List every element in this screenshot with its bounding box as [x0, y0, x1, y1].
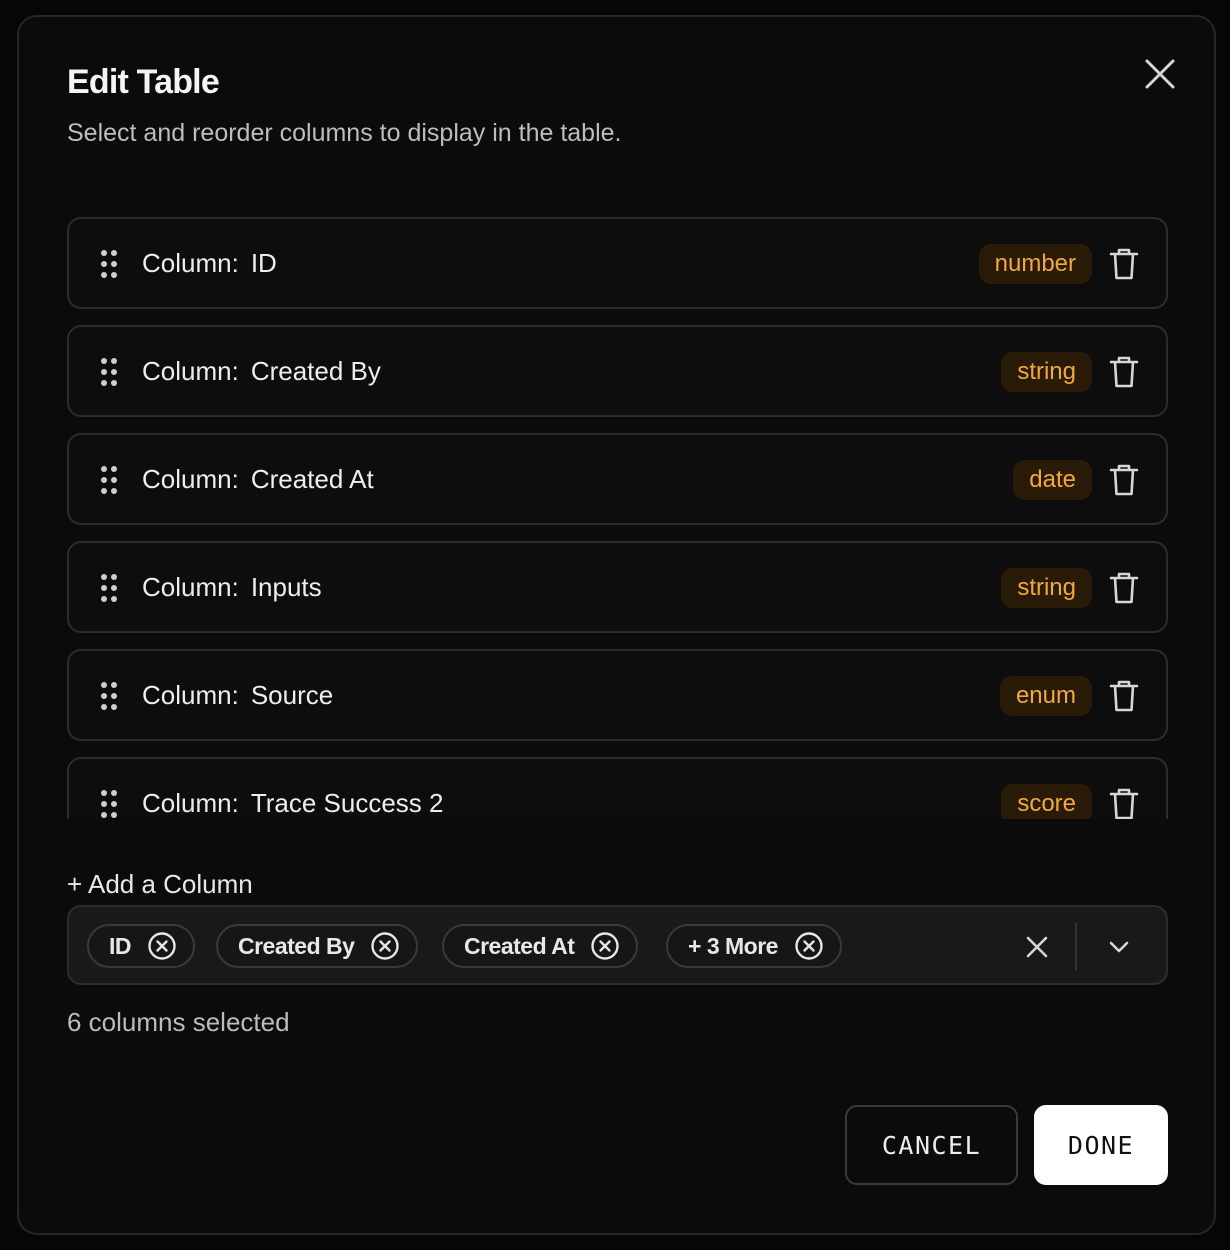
- column-name: Created At: [250, 464, 374, 494]
- drag-handle-icon[interactable]: [99, 681, 119, 711]
- circle-x-icon[interactable]: [370, 931, 400, 961]
- chevron-down-icon[interactable]: [1103, 931, 1135, 963]
- drag-handle-icon[interactable]: [99, 357, 119, 387]
- column-row[interactable]: Column: Created At date: [67, 433, 1168, 525]
- column-row[interactable]: Column: Inputs string: [67, 541, 1168, 633]
- type-badge: enum: [999, 676, 1092, 716]
- drag-handle-icon[interactable]: [99, 465, 119, 495]
- selected-chip: Created At: [442, 924, 639, 968]
- column-name: Source: [250, 680, 334, 710]
- column-label: Column: Trace Success 2: [142, 788, 444, 819]
- type-badge: string: [1001, 568, 1092, 608]
- chip-label: Created At: [464, 932, 575, 959]
- type-badge: string: [1001, 352, 1092, 392]
- close-button[interactable]: [1140, 54, 1180, 94]
- column-label: Column: Created By: [142, 356, 381, 387]
- close-icon: [1145, 59, 1175, 89]
- type-badge: score: [1001, 784, 1092, 819]
- circle-x-icon[interactable]: [147, 931, 177, 961]
- column-prefix: Column:: [142, 788, 239, 818]
- more-chip[interactable]: + 3 More: [666, 924, 842, 968]
- column-name: Trace Success 2: [250, 788, 444, 818]
- column-prefix: Column:: [142, 356, 239, 386]
- column-name: Created By: [250, 356, 381, 386]
- column-prefix: Column:: [142, 572, 239, 602]
- trash-icon[interactable]: [1108, 463, 1140, 497]
- column-prefix: Column:: [142, 464, 239, 494]
- trash-icon[interactable]: [1108, 787, 1140, 819]
- trash-icon[interactable]: [1108, 571, 1140, 605]
- column-list: Column: ID number Column: Created By strin…: [67, 217, 1168, 819]
- selected-count: 6 columns selected: [67, 1007, 290, 1037]
- dialog-subtitle: Select and reorder columns to display in…: [67, 119, 622, 147]
- column-label: Column: Created At: [142, 464, 374, 495]
- circle-x-icon[interactable]: [590, 931, 620, 961]
- column-row[interactable]: Column: Trace Success 2 score: [67, 757, 1168, 819]
- drag-handle-icon[interactable]: [99, 573, 119, 603]
- selected-chip: ID: [87, 924, 195, 968]
- column-label: Column: Source: [142, 680, 333, 711]
- column-label: Column: Inputs: [142, 572, 322, 603]
- type-badge: number: [978, 244, 1092, 284]
- type-badge: date: [1013, 460, 1092, 500]
- chip-label: ID: [109, 932, 132, 959]
- add-column-button[interactable]: + Add a Column: [67, 869, 253, 900]
- column-label: Column: ID: [142, 248, 277, 279]
- column-row[interactable]: Column: ID number: [67, 217, 1168, 309]
- select-divider: [1075, 923, 1077, 971]
- edit-table-dialog: Edit Table Select and reorder columns to…: [17, 15, 1216, 1235]
- chip-label: + 3 More: [688, 932, 778, 959]
- column-prefix: Column:: [142, 680, 239, 710]
- circle-x-icon[interactable]: [794, 931, 824, 961]
- done-button[interactable]: DONE: [1034, 1105, 1168, 1185]
- chip-label: Created By: [238, 932, 355, 959]
- column-row[interactable]: Column: Source enum: [67, 649, 1168, 741]
- drag-handle-icon[interactable]: [99, 249, 119, 279]
- column-row[interactable]: Column: Created By string: [67, 325, 1168, 417]
- dialog-title: Edit Table: [67, 63, 220, 101]
- clear-icon[interactable]: [1021, 931, 1053, 963]
- column-name: ID: [250, 248, 277, 278]
- trash-icon[interactable]: [1108, 679, 1140, 713]
- column-prefix: Column:: [142, 248, 239, 278]
- cancel-button[interactable]: CANCEL: [845, 1105, 1018, 1185]
- trash-icon[interactable]: [1108, 355, 1140, 389]
- trash-icon[interactable]: [1108, 247, 1140, 281]
- selected-chip: Created By: [216, 924, 419, 968]
- column-multi-select[interactable]: ID Created By Created At + 3 More: [67, 905, 1168, 985]
- column-name: Inputs: [250, 572, 322, 602]
- drag-handle-icon[interactable]: [99, 789, 119, 819]
